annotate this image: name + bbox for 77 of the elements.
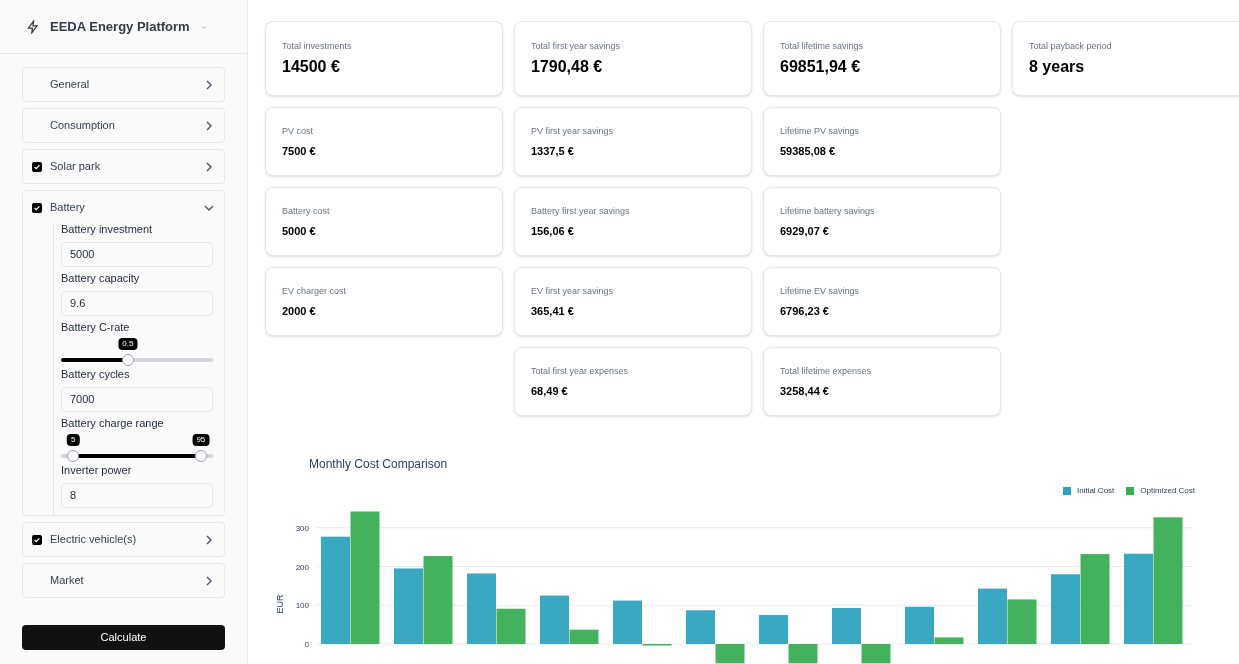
y-tick-label: 100 <box>295 601 309 611</box>
input-field[interactable]: 9.6 <box>61 291 213 316</box>
checkbox[interactable] <box>32 161 42 172</box>
chart-bar <box>978 588 1007 644</box>
chart-bar <box>1051 574 1080 644</box>
y-tick-label: 200 <box>295 562 309 572</box>
stat-value: 59385,08 € <box>780 145 837 157</box>
field-label: Battery cycles <box>61 369 131 380</box>
input-field[interactable]: 5000 <box>61 242 213 267</box>
legend-label: Initial Cost <box>1076 485 1115 497</box>
checkbox[interactable] <box>32 202 42 213</box>
field-label: Inverter power <box>61 465 133 476</box>
slider-thumb[interactable] <box>194 450 207 462</box>
checkbox[interactable] <box>32 534 42 545</box>
stat-value: 1337,5 € <box>531 145 575 157</box>
accordion-header[interactable]: Market <box>23 564 224 597</box>
stat-value: 69851,94 € <box>780 59 862 75</box>
stat-label: PV cost <box>282 126 314 136</box>
accordion-header[interactable]: General <box>23 68 224 101</box>
slider-value-tooltip: 95 <box>192 434 210 446</box>
stat-label: Lifetime EV savings <box>780 286 861 296</box>
stat-label: Battery first year savings <box>531 206 631 216</box>
y-axis-label: EUR <box>275 594 285 614</box>
accordion-header[interactable]: Electric vehicle(s) <box>23 523 224 556</box>
legend-item[interactable]: Initial Cost <box>1062 485 1115 497</box>
field-label: Battery capacity <box>61 273 141 284</box>
stat-value: 156,06 € <box>531 225 575 237</box>
stat-value: 7500 € <box>282 145 317 157</box>
chart-bar <box>1007 599 1037 644</box>
y-tick-label: 0 <box>304 640 309 649</box>
section-label: Consumption <box>50 118 116 134</box>
stat-label: PV first year savings <box>531 126 615 136</box>
field-label: Battery charge range <box>61 418 165 429</box>
accordion-header[interactable]: Battery <box>23 191 224 224</box>
stat-label: Lifetime PV savings <box>780 126 861 136</box>
stat-value: 6929,07 € <box>780 225 830 237</box>
calculate-button[interactable]: Calculate <box>22 625 225 650</box>
stat-value: 2000 € <box>282 305 317 317</box>
section-label: Battery <box>50 200 86 216</box>
slider-thumb[interactable] <box>67 450 80 462</box>
section-label: Solar park <box>50 159 102 175</box>
app-title: EEDA Energy Platform <box>50 17 190 36</box>
field-label: Battery investment <box>61 224 154 235</box>
stat-value: 8 years <box>1029 59 1086 75</box>
stat-value: 5000 € <box>282 225 317 237</box>
slider-thumb[interactable] <box>121 354 134 366</box>
accordion-header[interactable]: Solar park <box>23 150 224 183</box>
stat-label: Total first year expenses <box>531 366 630 376</box>
slider-value-tooltip: 0.5 <box>118 338 138 350</box>
stat-label: Lifetime battery savings <box>780 206 876 216</box>
input-field[interactable]: 8 <box>61 483 213 508</box>
field-label: Battery C-rate <box>61 322 131 333</box>
y-tick-label: 300 <box>295 523 309 533</box>
stat-value: 365,41 € <box>531 305 575 317</box>
stat-value: 3258,44 € <box>780 385 830 397</box>
accordion-header[interactable]: Consumption <box>23 109 224 142</box>
stat-label: Total investments <box>282 42 353 51</box>
input-field[interactable]: 7000 <box>61 387 213 412</box>
legend-label: Optimized Cost <box>1140 485 1195 497</box>
lightning-icon <box>26 19 40 34</box>
stat-value: 1790,48 € <box>531 59 604 75</box>
stat-value: 6796,23 € <box>780 305 830 317</box>
slider-value-tooltip: 5 <box>66 434 80 446</box>
stat-label: Total first year savings <box>531 42 622 51</box>
stat-label: Battery cost <box>282 206 331 216</box>
stat-label: Total lifetime savings <box>780 42 865 51</box>
section-label: Market <box>50 573 85 589</box>
section-label: Electric vehicle(s) <box>50 532 138 548</box>
stat-value: 68,49 € <box>531 385 569 397</box>
chart-title: Monthly Cost Comparison <box>309 456 448 473</box>
stat-label: Total lifetime expenses <box>780 366 873 376</box>
stat-value: 14500 € <box>282 59 341 75</box>
stat-label: EV charger cost <box>282 286 348 296</box>
stat-label: EV first year savings <box>531 286 615 296</box>
section-label: General <box>50 77 91 93</box>
legend-item[interactable]: Optimized Cost <box>1126 485 1195 497</box>
stat-label: Total payback period <box>1029 42 1113 51</box>
